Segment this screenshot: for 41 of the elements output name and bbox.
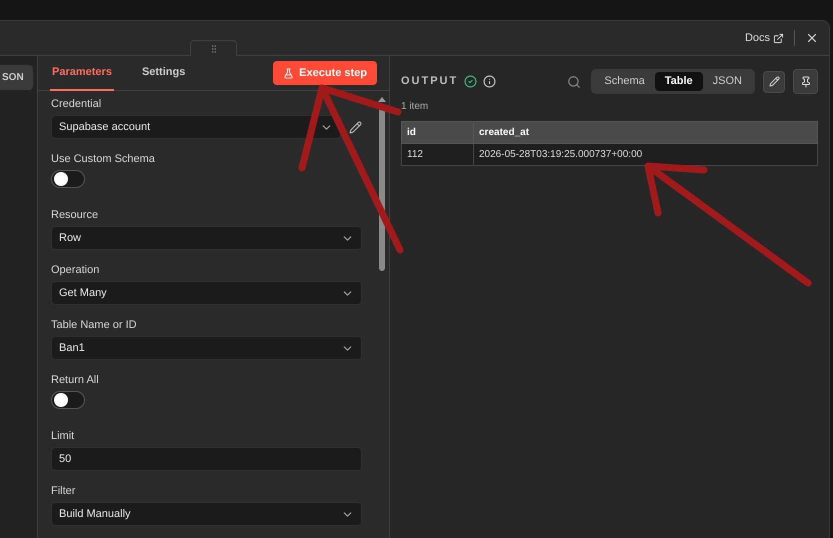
select-field[interactable]: Supabase account xyxy=(51,115,341,139)
view-tab[interactable]: Table xyxy=(654,72,703,91)
table-cell: 2026-05-28T03:19:25.000737+00:00 xyxy=(474,144,818,166)
select-field[interactable]: Get Many xyxy=(51,281,362,305)
success-check-icon xyxy=(464,75,478,88)
column-header: id xyxy=(402,122,474,144)
toggle-switch[interactable] xyxy=(51,391,85,409)
output-title: OUTPUT xyxy=(401,74,458,90)
pencil-icon xyxy=(768,76,780,87)
tab[interactable]: Settings xyxy=(140,56,188,90)
field-label: Table Name or ID xyxy=(51,318,138,332)
pencil-icon[interactable] xyxy=(349,120,362,134)
field-label: Resource xyxy=(51,208,100,222)
docs-link[interactable]: Docs xyxy=(744,30,784,46)
view-button[interactable]: SON xyxy=(0,65,33,90)
info-icon[interactable] xyxy=(483,75,496,88)
pin-icon xyxy=(800,76,812,88)
field-label: Return All xyxy=(51,373,100,387)
pin-button[interactable] xyxy=(793,69,818,94)
drag-handle[interactable] xyxy=(190,40,237,56)
tab[interactable]: Parameters xyxy=(50,56,114,90)
field-label: Filter xyxy=(51,484,76,498)
field-label: Credential xyxy=(51,97,102,111)
input-field[interactable]: 50 xyxy=(51,447,362,471)
toggle-switch[interactable] xyxy=(51,170,85,188)
select-field[interactable]: Ban1 xyxy=(51,336,362,360)
view-tab[interactable]: Schema xyxy=(594,72,655,91)
flask-icon xyxy=(283,68,294,78)
search-icon[interactable] xyxy=(567,74,582,88)
field-label: Use Custom Schema xyxy=(51,152,156,166)
item-count: 1 item xyxy=(401,100,430,114)
select-field[interactable]: Row xyxy=(51,226,362,250)
field-label: Limit xyxy=(51,429,76,443)
column-header: created_at xyxy=(474,122,818,144)
view-tab[interactable]: JSON xyxy=(702,72,752,91)
external-link-icon xyxy=(773,32,784,44)
close-icon[interactable] xyxy=(805,31,819,45)
edit-button[interactable] xyxy=(763,70,785,92)
select-field[interactable]: Build Manually xyxy=(51,502,362,526)
table-cell: 112 xyxy=(402,144,474,166)
field-label: Operation xyxy=(51,263,100,277)
